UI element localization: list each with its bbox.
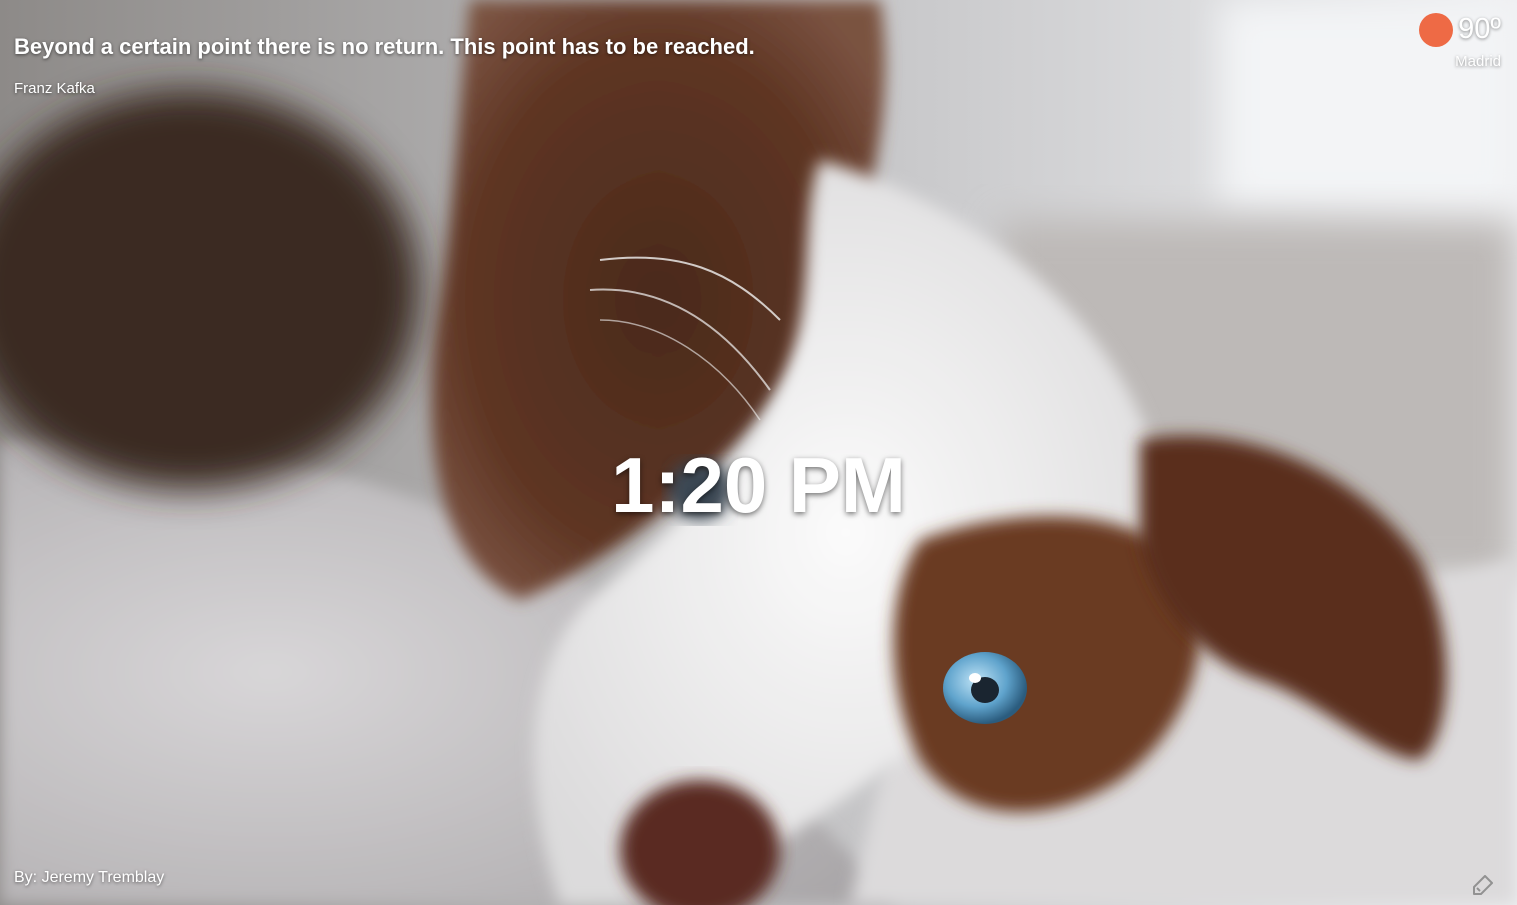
- clock: 1:20 PM: [611, 441, 906, 529]
- photo-credit[interactable]: By: Jeremy Tremblay: [14, 868, 164, 888]
- weather-widget[interactable]: 90º Madrid: [1391, 12, 1501, 74]
- quote-author[interactable]: Franz Kafka: [14, 79, 755, 99]
- weather-temperature: 90º: [1458, 13, 1501, 45]
- sun-icon: [1419, 13, 1453, 47]
- weather-city: Madrid: [1455, 53, 1501, 70]
- quote: Beyond a certain point there is no retur…: [14, 33, 755, 99]
- quote-text: Beyond a certain point there is no retur…: [14, 34, 755, 59]
- new-tab-page: Beyond a certain point there is no retur…: [0, 0, 1517, 905]
- pencil-icon[interactable]: [1471, 873, 1495, 897]
